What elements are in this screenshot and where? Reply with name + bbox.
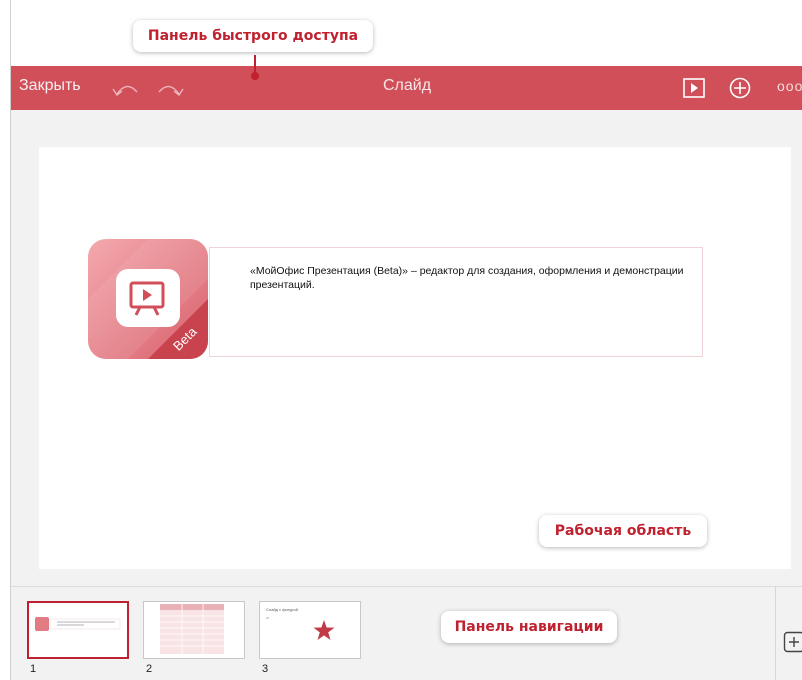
slide-thumbnail-2[interactable] bbox=[143, 601, 245, 659]
navigation-panel: 1 2 Слайд с фигурой 3 bbox=[11, 586, 802, 680]
plus-circle-icon[interactable] bbox=[729, 77, 751, 99]
quick-access-toolbar: Закрыть Слайд ooo bbox=[11, 66, 802, 110]
thumbnail-number-1: 1 bbox=[30, 663, 37, 675]
thumbnail-number-3: 3 bbox=[262, 663, 269, 675]
thumbnail-3-title: Слайд с фигурой bbox=[266, 607, 298, 612]
callout-work-area: Рабочая область bbox=[539, 515, 707, 547]
plus-square-icon[interactable] bbox=[783, 631, 802, 653]
callout-quick-access-panel: Панель быстрого доступа bbox=[133, 20, 373, 52]
presentation-app-logo: Beta bbox=[88, 239, 208, 359]
callout-dot bbox=[251, 72, 259, 80]
status-area bbox=[11, 0, 802, 66]
thumbnail-number-2: 2 bbox=[146, 663, 153, 675]
slide-thumbnail-1[interactable] bbox=[27, 601, 129, 659]
slide-thumbnail-3[interactable]: Слайд с фигурой bbox=[259, 601, 361, 659]
slide-text-box[interactable]: «МойОфис Презентация (Beta)» – редактор … bbox=[209, 247, 703, 357]
callout-navigation-panel: Панель навигации bbox=[441, 611, 617, 643]
nav-divider bbox=[775, 587, 776, 680]
slide-canvas[interactable]: Beta «МойОфис Презентация (Beta)» – реда… bbox=[39, 147, 791, 569]
callout-line bbox=[254, 55, 256, 73]
play-icon[interactable] bbox=[683, 78, 705, 98]
slide-text: «МойОфис Презентация (Beta)» – редактор … bbox=[250, 265, 684, 291]
more-button[interactable]: ooo bbox=[777, 78, 802, 94]
app-window: Закрыть Слайд ooo Beta «МойОфис Презента… bbox=[10, 0, 802, 680]
